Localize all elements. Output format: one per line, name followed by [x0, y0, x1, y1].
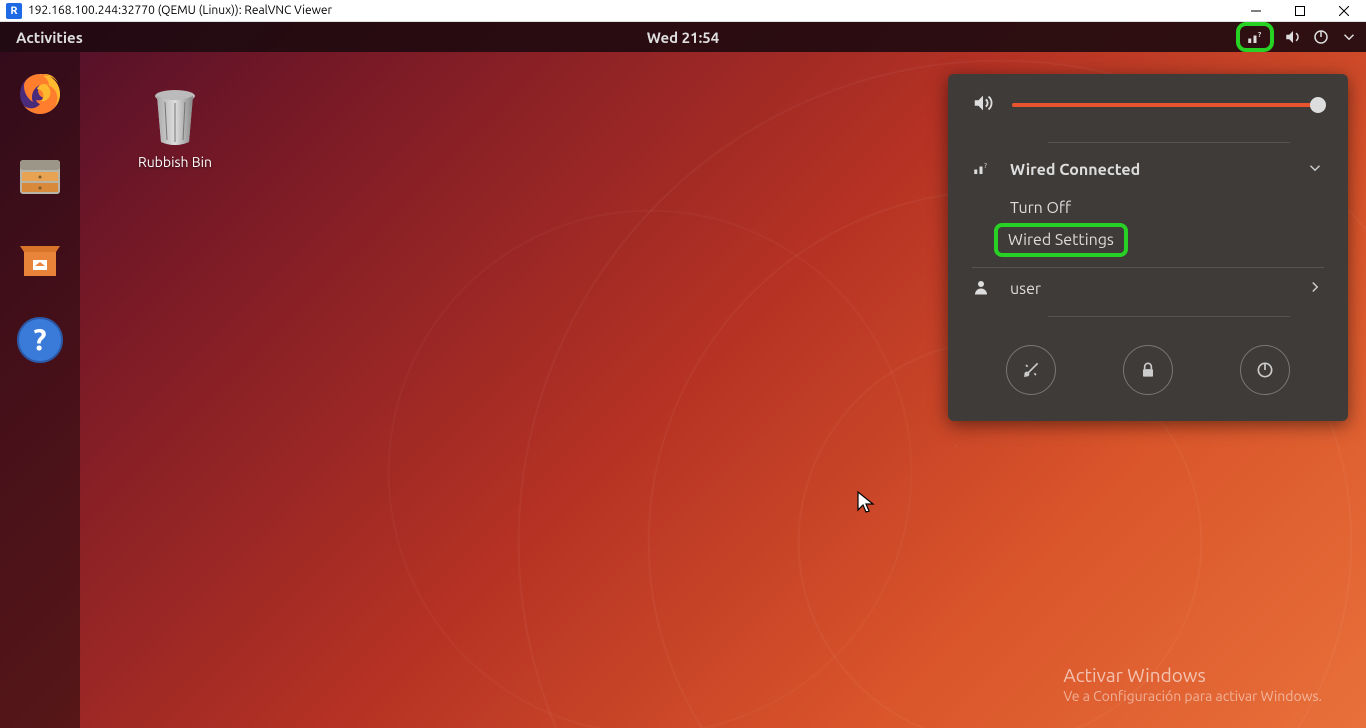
window-close-button[interactable]	[1322, 0, 1366, 22]
trash-icon	[147, 86, 203, 148]
wired-turn-off[interactable]: Turn Off	[948, 191, 1348, 225]
window-minimize-button[interactable]	[1234, 0, 1278, 22]
host-window-titlebar: R 192.168.100.244:32770 (QEMU (Linux)): …	[0, 0, 1366, 22]
svg-text:?: ?	[984, 162, 987, 170]
windows-activation-watermark: Activar Windows Ve a Configuración para …	[1063, 664, 1322, 704]
wired-turn-off-label: Turn Off	[1010, 199, 1071, 217]
ubuntu-dock: ?	[0, 52, 80, 728]
dock-files[interactable]	[12, 148, 68, 204]
svg-text:?: ?	[33, 322, 46, 356]
user-row[interactable]: user	[948, 268, 1348, 310]
power-button[interactable]	[1240, 345, 1290, 395]
annotation-highlight-network: ?	[1236, 22, 1274, 52]
dock-help[interactable]: ?	[12, 312, 68, 368]
wired-connection-row[interactable]: ? Wired Connected	[948, 149, 1348, 191]
system-action-buttons	[948, 323, 1348, 421]
watermark-line2: Ve a Configuración para activar Windows.	[1063, 688, 1322, 704]
system-menu-popover: ? Wired Connected Turn Off Wired Setting…	[948, 74, 1348, 421]
user-icon	[972, 278, 990, 300]
lock-button[interactable]	[1123, 345, 1173, 395]
mouse-cursor-icon	[856, 490, 876, 518]
wired-settings[interactable]: Wired Settings Wired Settings	[948, 225, 1348, 259]
gnome-top-bar: Activities Wed 21:54 ?	[0, 22, 1366, 52]
realvnc-icon: R	[6, 3, 22, 19]
desktop-trash[interactable]: Rubbish Bin	[115, 86, 235, 170]
clock[interactable]: Wed 21:54	[647, 29, 719, 46]
system-tray[interactable]: ?	[1236, 22, 1358, 52]
chevron-down-icon[interactable]	[1340, 28, 1358, 46]
volume-slider-row	[972, 92, 1324, 118]
annotation-highlight-wired-settings: Wired Settings	[994, 223, 1128, 257]
host-window-title: 192.168.100.244:32770 (QEMU (Linux)): Re…	[28, 4, 332, 17]
speaker-icon	[972, 92, 994, 118]
chevron-down-icon	[1306, 159, 1324, 181]
wired-settings-label: Wired Settings	[1008, 231, 1114, 249]
ubuntu-desktop: Activities Wed 21:54 ?	[0, 22, 1366, 728]
dock-software[interactable]	[12, 230, 68, 286]
activities-button[interactable]: Activities	[0, 29, 99, 46]
divider	[1048, 316, 1290, 317]
watermark-line1: Activar Windows	[1063, 664, 1322, 686]
wired-header-label: Wired Connected	[1010, 161, 1140, 179]
divider	[1048, 142, 1290, 143]
svg-text:?: ?	[1258, 31, 1262, 39]
desktop-trash-label: Rubbish Bin	[115, 154, 235, 170]
user-label: user	[1010, 280, 1041, 298]
settings-button[interactable]	[1006, 345, 1056, 395]
volume-icon[interactable]	[1284, 28, 1302, 46]
chevron-right-icon	[1306, 278, 1324, 300]
network-status-icon[interactable]: ?	[1246, 28, 1264, 46]
window-maximize-button[interactable]	[1278, 0, 1322, 22]
volume-slider[interactable]	[1012, 103, 1324, 107]
power-icon[interactable]	[1312, 28, 1330, 46]
wired-network-icon: ?	[972, 159, 990, 181]
dock-firefox[interactable]	[12, 66, 68, 122]
